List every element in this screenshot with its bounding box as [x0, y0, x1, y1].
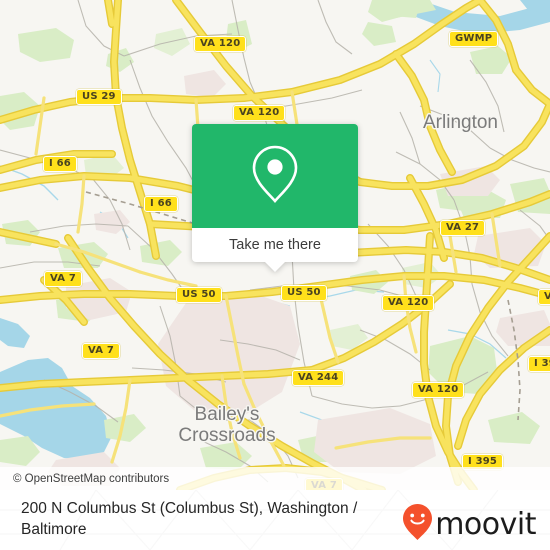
road-shield: VA 120	[412, 382, 465, 398]
road-shield: I 66	[144, 196, 178, 212]
road-shield: VA 120	[194, 36, 247, 52]
road-shield: VA 120	[382, 295, 435, 311]
map-pin-icon	[250, 143, 300, 210]
location-popup-card[interactable]: Take me there	[192, 124, 358, 272]
moovit-wordmark: moovit	[435, 506, 536, 542]
place-label-line: Crossroads	[178, 425, 276, 446]
take-me-there-label: Take me there	[229, 237, 321, 253]
take-me-there-button[interactable]: Take me there	[192, 228, 358, 262]
attribution-text: © OpenStreetMap contributors	[13, 472, 170, 485]
road-shield: VA 27	[440, 220, 486, 236]
road-shield: I 395	[528, 356, 550, 372]
road-shield: GWMP	[449, 31, 499, 47]
road-shield: VA 244	[292, 370, 345, 386]
road-shield: I 66	[43, 156, 77, 172]
place-label-arlington: Arlington	[423, 112, 498, 133]
road-shield: US 50	[281, 285, 327, 301]
place-label-baileys-crossroads: Bailey's Crossroads	[167, 404, 287, 446]
map-canvas[interactable]: VA 120 GWMP US 29 VA 120 I 66 I 66 VA 27…	[0, 0, 550, 490]
moovit-logo[interactable]: moovit	[403, 504, 536, 545]
road-shield: US 50	[176, 287, 222, 303]
road-shield: US 29	[76, 89, 122, 105]
road-shield: VA 7	[82, 343, 121, 359]
road-shield: VA 7	[44, 271, 83, 287]
road-shield: VA 120	[233, 105, 286, 121]
popup-tail	[264, 261, 286, 272]
moovit-smiley-pin-icon	[403, 504, 433, 545]
map-screenshot: VA 120 GWMP US 29 VA 120 I 66 I 66 VA 27…	[0, 0, 550, 550]
map-attribution[interactable]: © OpenStreetMap contributors	[0, 467, 550, 490]
road-shield: VA	[538, 289, 550, 305]
popup-header	[192, 124, 358, 228]
place-label-line: Bailey's	[194, 404, 260, 425]
footer-bar: 200 N Columbus St (Columbus St), Washing…	[0, 490, 550, 550]
page-title: 200 N Columbus St (Columbus St), Washing…	[21, 500, 358, 538]
